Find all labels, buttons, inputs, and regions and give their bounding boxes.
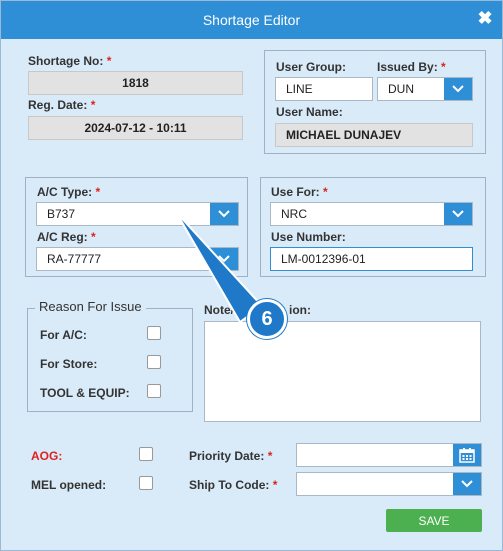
chevron-down-icon[interactable] <box>210 248 238 270</box>
ship-to-code-select[interactable] <box>296 472 482 496</box>
issued-by-select[interactable]: DUN <box>377 77 473 101</box>
use-number-label: Use Number: <box>271 230 346 244</box>
shortage-editor-dialog: Shortage Editor ✖ Shortage No: * 1818 Re… <box>0 0 503 551</box>
use-for-select[interactable]: NRC <box>270 202 473 226</box>
chevron-down-icon[interactable] <box>444 78 472 100</box>
ac-reg-value: RA-77777 <box>47 252 102 266</box>
step-badge: 6 <box>247 299 287 339</box>
chevron-down-icon[interactable] <box>453 473 481 495</box>
for-store-label: For Store: <box>40 357 98 371</box>
user-group-label: User Group: <box>276 60 347 74</box>
ship-to-code-label: Ship To Code: * <box>189 478 278 492</box>
calendar-icon[interactable] <box>453 444 481 466</box>
mel-opened-label: MEL opened: <box>31 478 107 492</box>
ac-reg-select[interactable]: RA-77777 <box>36 247 239 271</box>
note-description-label-start: Note/D <box>204 303 243 317</box>
priority-date-label: Priority Date: * <box>189 449 273 463</box>
ac-type-label: A/C Type: * <box>37 185 101 199</box>
shortage-no-value: 1818 <box>28 71 243 95</box>
dialog-title: Shortage Editor <box>202 12 301 28</box>
for-ac-checkbox[interactable] <box>147 326 161 340</box>
note-description-label-end: ion: <box>289 303 311 317</box>
reason-for-issue-legend: Reason For Issue <box>35 299 146 314</box>
reg-date-label: Reg. Date: * <box>28 98 96 112</box>
tool-equip-label: TOOL & EQUIP: <box>40 386 130 400</box>
for-store-checkbox[interactable] <box>147 355 161 369</box>
priority-date-field[interactable] <box>296 443 482 467</box>
user-name-label: User Name: <box>276 105 343 119</box>
issued-by-value: DUN <box>388 82 414 96</box>
ac-reg-label: A/C Reg: * <box>37 230 96 244</box>
use-number-field[interactable]: LM-0012396-01 <box>270 247 473 271</box>
ac-type-select[interactable]: B737 <box>36 202 239 226</box>
dialog-titlebar: Shortage Editor ✖ <box>1 1 502 39</box>
shortage-no-label: Shortage No: * <box>28 54 112 68</box>
tool-equip-checkbox[interactable] <box>147 384 161 398</box>
save-button[interactable]: SAVE <box>386 509 482 532</box>
user-name-value: MICHAEL DUNAJEV <box>275 123 473 147</box>
issued-by-label: Issued By: * <box>377 60 446 74</box>
use-for-value: NRC <box>281 207 307 221</box>
aog-label: AOG: <box>31 449 63 463</box>
mel-opened-checkbox[interactable] <box>139 476 153 490</box>
aog-checkbox[interactable] <box>139 447 153 461</box>
close-icon[interactable]: ✖ <box>476 9 494 27</box>
chevron-down-icon[interactable] <box>444 203 472 225</box>
use-for-label: Use For: * <box>271 185 328 199</box>
for-ac-label: For A/C: <box>40 328 87 342</box>
ac-type-value: B737 <box>47 207 76 221</box>
user-group-field[interactable]: LINE <box>275 77 373 101</box>
reg-date-value: 2024-07-12 - 10:11 <box>28 116 243 140</box>
note-description-textarea[interactable] <box>204 321 481 422</box>
chevron-down-icon[interactable] <box>210 203 238 225</box>
